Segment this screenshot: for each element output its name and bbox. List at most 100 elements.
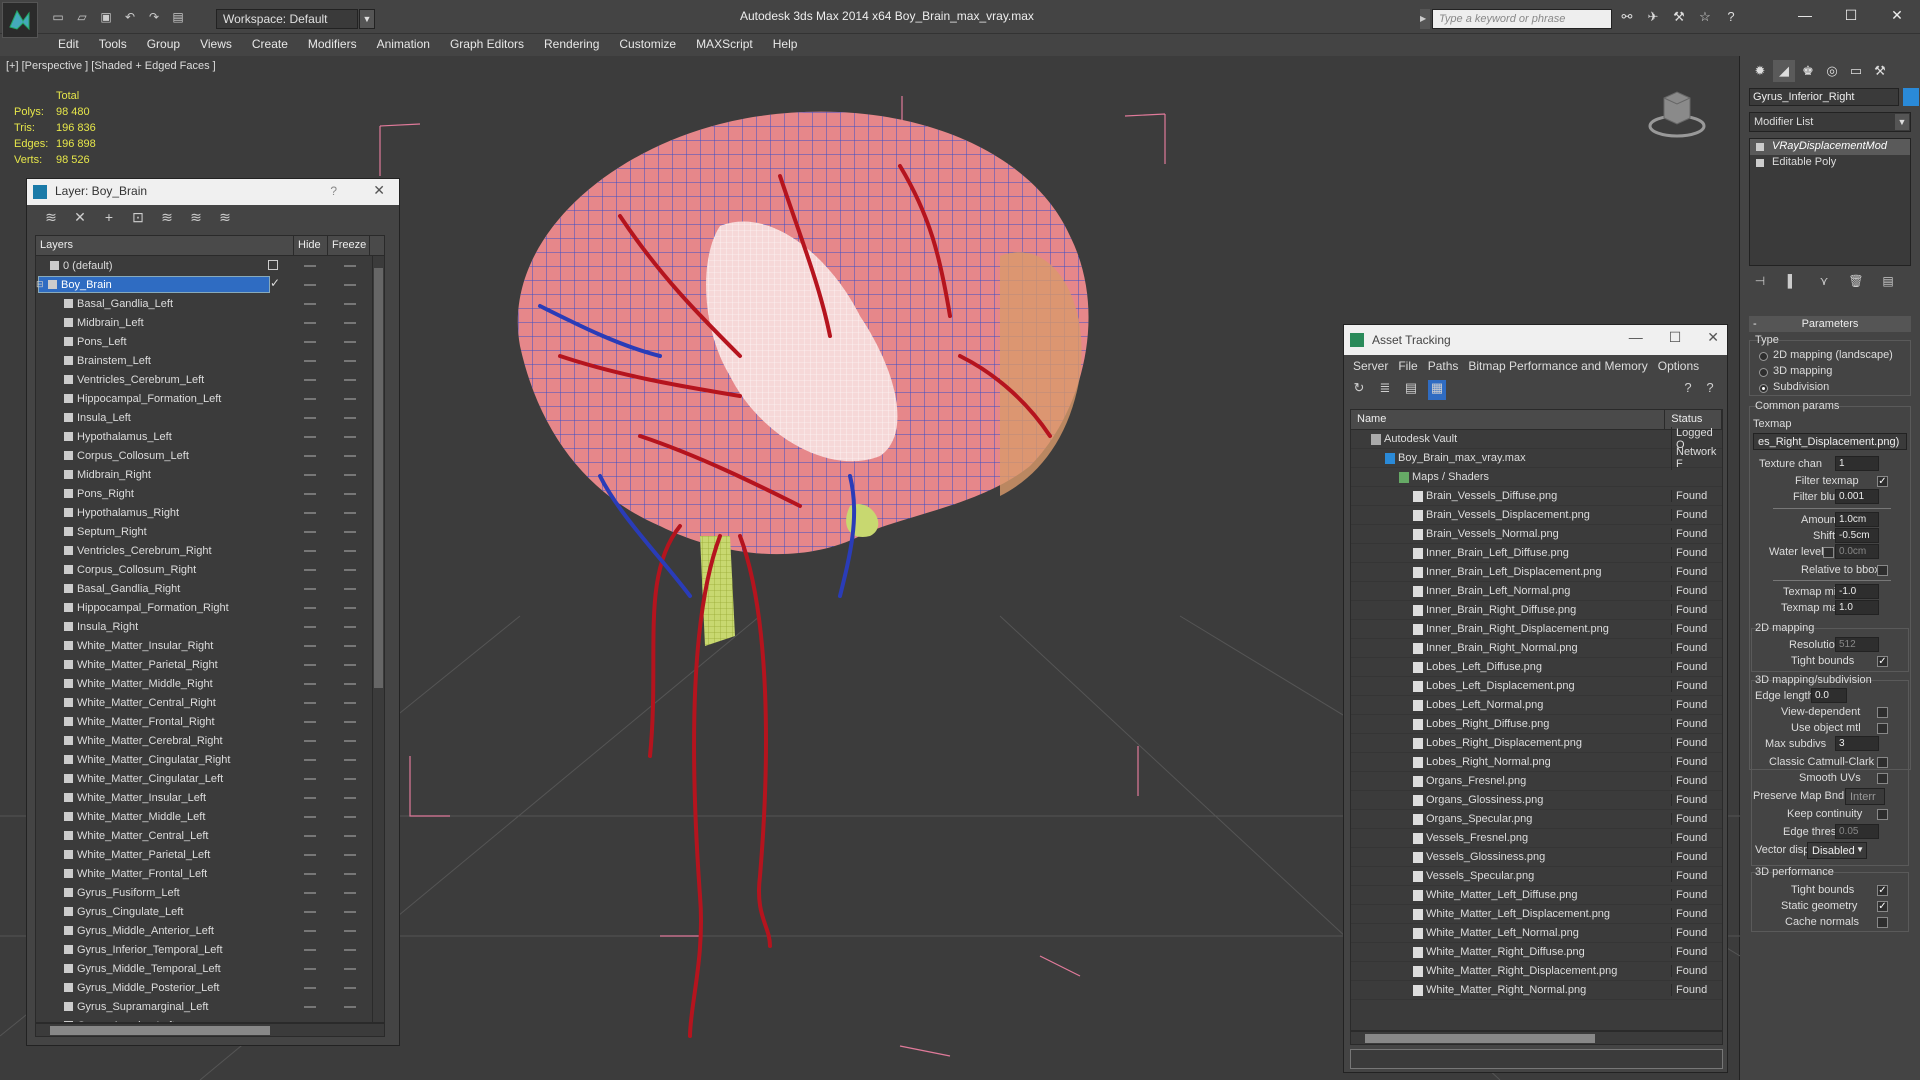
- texmap-max-spinner[interactable]: 1.0: [1835, 600, 1879, 615]
- hide-toggle[interactable]: [304, 683, 316, 685]
- hide-toggle[interactable]: [304, 474, 316, 476]
- freeze-toggle[interactable]: [344, 417, 356, 419]
- asset-map-row[interactable]: Inner_Brain_Left_Displacement.png Found: [1351, 563, 1722, 582]
- asset-map-row[interactable]: White_Matter_Left_Diffuse.png Found: [1351, 886, 1722, 905]
- favorites-star-icon[interactable]: ☆: [1696, 9, 1714, 27]
- vector-displ-dropdown[interactable]: Disabled ▼: [1807, 842, 1867, 859]
- save-file-icon[interactable]: ▣: [96, 8, 116, 26]
- freeze-toggle[interactable]: [344, 379, 356, 381]
- freeze-toggle[interactable]: [344, 607, 356, 609]
- app-logo-button[interactable]: [2, 2, 38, 38]
- hide-toggle[interactable]: [304, 550, 316, 552]
- shift-spinner[interactable]: -0.5cm: [1835, 528, 1879, 543]
- edge-length-spinner[interactable]: 0.0: [1811, 688, 1847, 703]
- texmap-min-spinner[interactable]: -1.0: [1835, 584, 1879, 599]
- layer-object-row[interactable]: Gyrus_Middle_Anterior_Left: [36, 921, 384, 940]
- freeze-toggle[interactable]: [344, 493, 356, 495]
- layer-hscrollbar[interactable]: [35, 1023, 385, 1037]
- asset-map-row[interactable]: Lobes_Left_Displacement.png Found: [1351, 677, 1722, 696]
- asset-map-row[interactable]: Organs_Fresnel.png Found: [1351, 772, 1722, 791]
- menu-maxscript[interactable]: MAXScript: [686, 34, 763, 56]
- relative-bbox-checkbox[interactable]: [1877, 565, 1888, 576]
- layer-object-row[interactable]: Gyrus_Middle_Posterior_Left: [36, 978, 384, 997]
- texmap-button[interactable]: es_Right_Displacement.png): [1753, 433, 1907, 450]
- delete-layer-icon[interactable]: ✕: [70, 209, 90, 229]
- hide-toggle[interactable]: [304, 322, 316, 324]
- layer-object-row[interactable]: White_Matter_Frontal_Right: [36, 712, 384, 731]
- freeze-toggle[interactable]: [344, 873, 356, 875]
- freeze-toggle[interactable]: [344, 683, 356, 685]
- freeze-toggle[interactable]: [344, 1006, 356, 1008]
- freeze-toggle[interactable]: [344, 816, 356, 818]
- hide-toggle[interactable]: [304, 607, 316, 609]
- chevron-down-icon[interactable]: ▼: [1895, 114, 1909, 130]
- freeze-toggle[interactable]: [344, 911, 356, 913]
- amount-spinner[interactable]: 1.0cm: [1835, 512, 1879, 527]
- help-icon[interactable]: ?: [330, 184, 337, 198]
- hide-toggle[interactable]: [304, 949, 316, 951]
- layer-object-row[interactable]: White_Matter_Central_Left: [36, 826, 384, 845]
- freeze-toggle[interactable]: [344, 664, 356, 666]
- context-help-icon[interactable]: ?: [1701, 380, 1719, 400]
- texture-chan-spinner[interactable]: 1: [1835, 456, 1879, 471]
- hide-toggle[interactable]: [304, 436, 316, 438]
- layer-object-row[interactable]: Septum_Right: [36, 522, 384, 541]
- menu-group[interactable]: Group: [137, 34, 190, 56]
- menu-animation[interactable]: Animation: [367, 34, 440, 56]
- layer-object-row[interactable]: White_Matter_Insular_Left: [36, 788, 384, 807]
- preserve-map-bnd-dropdown[interactable]: Interr: [1845, 788, 1885, 805]
- layer-object-row[interactable]: Ventricles_Cerebrum_Right: [36, 541, 384, 560]
- freeze-toggle[interactable]: [344, 588, 356, 590]
- cache-normals-checkbox[interactable]: [1877, 917, 1888, 928]
- object-color-swatch[interactable]: [1903, 88, 1919, 106]
- layer-row-boy-brain[interactable]: ⊟ Boy_Brain ✓: [36, 275, 384, 294]
- catmull-clark-checkbox[interactable]: [1877, 757, 1888, 768]
- layer-scrollbar[interactable]: [372, 256, 384, 1022]
- asset-map-row[interactable]: Organs_Glossiness.png Found: [1351, 791, 1722, 810]
- menu-create[interactable]: Create: [242, 34, 298, 56]
- make-unique-icon[interactable]: ⋎: [1815, 274, 1833, 292]
- menu-paths[interactable]: Paths: [1423, 357, 1464, 375]
- collapse-icon[interactable]: ⊟: [36, 279, 48, 290]
- asset-map-row[interactable]: Vessels_Glossiness.png Found: [1351, 848, 1722, 867]
- asset-row-vault[interactable]: Autodesk Vault Logged O: [1351, 427, 1722, 451]
- smooth-uvs-checkbox[interactable]: [1877, 773, 1888, 784]
- hide-toggle[interactable]: [304, 1006, 316, 1008]
- layer-object-row[interactable]: Ventricles_Cerebrum_Left: [36, 370, 384, 389]
- asset-map-row[interactable]: Inner_Brain_Left_Diffuse.png Found: [1351, 544, 1722, 563]
- freeze-toggle[interactable]: [344, 645, 356, 647]
- search-expand-icon[interactable]: ▶: [1420, 9, 1430, 29]
- freeze-toggle[interactable]: [344, 892, 356, 894]
- layer-object-row[interactable]: Midbrain_Right: [36, 465, 384, 484]
- asset-row-max-file[interactable]: Boy_Brain_max_vray.max Network F: [1351, 446, 1722, 470]
- freeze-toggle[interactable]: [344, 740, 356, 742]
- layer-object-row[interactable]: White_Matter_Cingulatar_Left: [36, 769, 384, 788]
- hide-toggle[interactable]: [304, 778, 316, 780]
- layer-object-row[interactable]: Brainstem_Left: [36, 351, 384, 370]
- asset-map-row[interactable]: Lobes_Left_Normal.png Found: [1351, 696, 1722, 715]
- make-current-icon[interactable]: ≋: [186, 209, 206, 229]
- freeze-toggle[interactable]: [344, 569, 356, 571]
- freeze-toggle[interactable]: [344, 303, 356, 305]
- object-name-field[interactable]: Gyrus_Inferior_Right: [1749, 88, 1899, 106]
- new-file-icon[interactable]: ▭: [48, 8, 68, 26]
- undo-icon[interactable]: ↶: [120, 8, 140, 26]
- layer-object-row[interactable]: White_Matter_Parietal_Left: [36, 845, 384, 864]
- layer-object-row[interactable]: Gyrus_Cingulate_Left: [36, 902, 384, 921]
- freeze-toggle[interactable]: [344, 550, 356, 552]
- freeze-toggle[interactable]: [344, 721, 356, 723]
- freeze-toggle[interactable]: [344, 854, 356, 856]
- modifier-list-dropdown[interactable]: Modifier List ▼: [1749, 112, 1911, 132]
- asset-map-row[interactable]: Inner_Brain_Left_Normal.png Found: [1351, 582, 1722, 601]
- layer-object-row[interactable]: Gyrus_Inferior_Temporal_Left: [36, 940, 384, 959]
- freeze-toggle[interactable]: [344, 949, 356, 951]
- project-folder-icon[interactable]: ▤: [168, 8, 188, 26]
- keep-continuity-checkbox[interactable]: [1877, 809, 1888, 820]
- menu-options[interactable]: Options: [1653, 357, 1704, 375]
- menu-file[interactable]: File: [1393, 357, 1422, 375]
- layer-object-row[interactable]: Hypothalamus_Right: [36, 503, 384, 522]
- viewcube-icon[interactable]: [1648, 86, 1706, 142]
- list-view-icon[interactable]: ≣: [1376, 380, 1394, 400]
- hide-toggle[interactable]: [304, 398, 316, 400]
- open-file-icon[interactable]: ▱: [72, 8, 92, 26]
